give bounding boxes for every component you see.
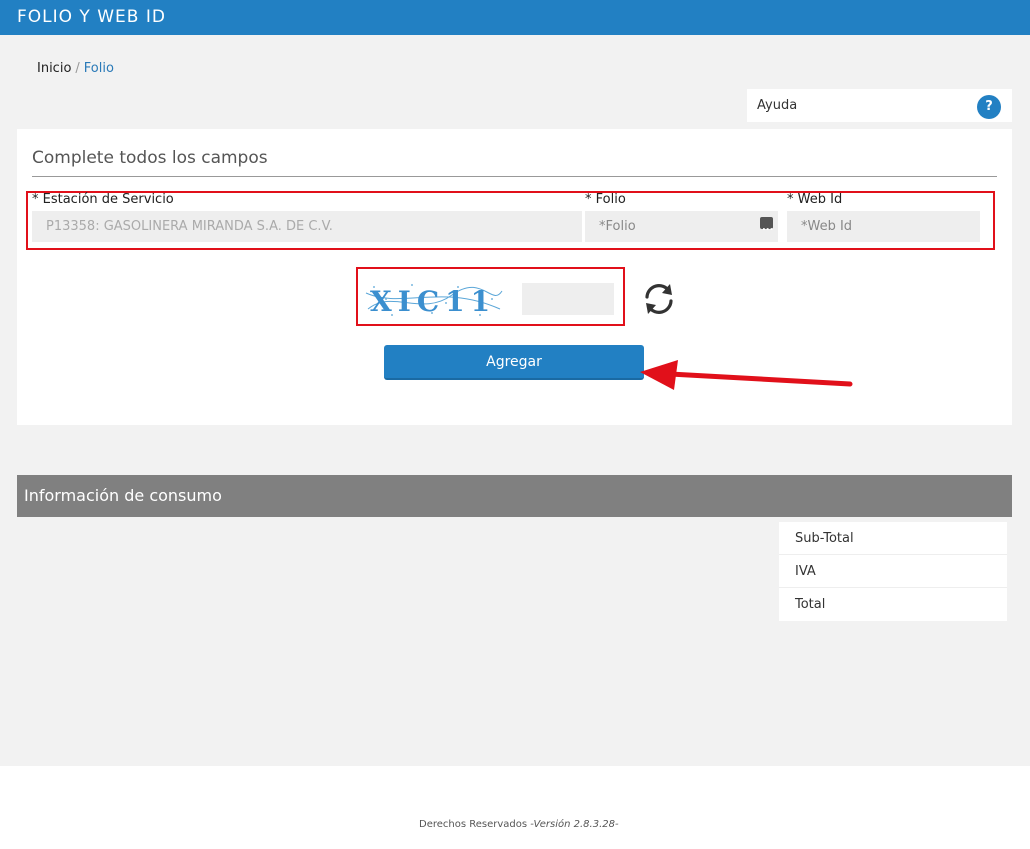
footer-version: -Versión 2.8.3.28- (530, 819, 619, 830)
consumption-info-title: Información de consumo (24, 486, 222, 505)
top-bar: FOLIO Y WEB ID (0, 0, 1030, 35)
total-row: Total (795, 597, 826, 612)
help-icon[interactable]: ? (977, 95, 1001, 119)
help-panel[interactable]: Ayuda ? (747, 89, 1012, 122)
help-label: Ayuda (757, 98, 798, 113)
footer-text: Derechos Reservados -Versión 2.8.3.28- (419, 819, 619, 830)
form-heading: Complete todos los campos (32, 148, 268, 168)
totals-table: Sub-Total IVA Total (779, 522, 1007, 621)
agregar-button[interactable]: Agregar (384, 345, 644, 380)
footer-rights: Derechos Reservados (419, 819, 528, 830)
consumption-info-header: Información de consumo (17, 475, 1012, 517)
red-arrow-annotation (640, 360, 853, 390)
captcha-input[interactable] (522, 283, 614, 315)
refresh-captcha-icon[interactable] (641, 281, 677, 317)
captcha-text: XIC11 (370, 285, 496, 318)
captcha-image: XIC11 (362, 279, 504, 321)
footer: Derechos Reservados -Versión 2.8.3.28- (0, 766, 1030, 849)
estacion-label: * Estación de Servicio (32, 192, 174, 207)
folio-label: * Folio (585, 192, 626, 207)
form-divider (32, 176, 997, 177)
breadcrumb-home-link[interactable]: Inicio (37, 61, 71, 76)
webid-input[interactable]: *Web Id (787, 211, 980, 242)
captcha-highlight-box: XIC11 (356, 267, 625, 326)
folio-form-panel: Complete todos los campos * Estación de … (17, 129, 1012, 425)
folio-placeholder: *Folio (599, 219, 636, 234)
iva-row: IVA (779, 555, 1007, 588)
breadcrumb-separator: / (75, 61, 80, 76)
estacion-select[interactable]: P13358: GASOLINERA MIRANDA S.A. DE C.V. (32, 211, 582, 242)
breadcrumb: Inicio / Folio (37, 61, 114, 76)
breadcrumb-current[interactable]: Folio (84, 61, 114, 76)
folio-input[interactable]: *Folio (585, 211, 778, 243)
webid-label: * Web Id (787, 192, 843, 207)
subtotal-row: Sub-Total (779, 522, 1007, 555)
password-dots-icon[interactable] (760, 212, 773, 243)
page-title: FOLIO Y WEB ID (17, 7, 166, 27)
